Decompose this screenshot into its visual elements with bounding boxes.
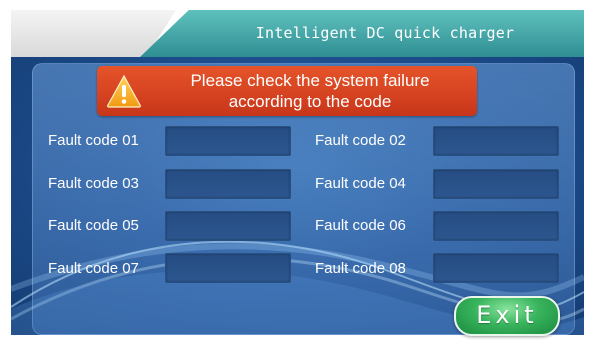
fault-code-08-label: Fault code 08 [315, 260, 406, 277]
exit-button[interactable]: Exit [454, 296, 560, 336]
alert-message: Please check the system failure accordin… [149, 70, 471, 112]
fault-code-01-label: Fault code 01 [48, 132, 139, 149]
charger-screen: Intelligent DC quick charger Please chec… [0, 0, 595, 345]
fault-code-02-field [433, 126, 559, 156]
fault-code-02-label: Fault code 02 [315, 132, 406, 149]
alert-message-line1: Please check the system failure [190, 71, 430, 90]
fault-code-07-label: Fault code 07 [48, 260, 139, 277]
warning-triangle-icon [107, 74, 141, 108]
fault-code-05-label: Fault code 05 [48, 217, 139, 234]
fault-code-03-field [165, 169, 291, 199]
fault-code-08-field [433, 253, 559, 283]
fault-code-07-field [165, 253, 291, 283]
page-title: Intelligent DC quick charger [255, 24, 515, 42]
fault-code-03-label: Fault code 03 [48, 175, 139, 192]
alert-banner: Please check the system failure accordin… [97, 66, 477, 116]
fault-code-06-label: Fault code 06 [315, 217, 406, 234]
fault-code-04-label: Fault code 04 [315, 175, 406, 192]
alert-message-line2: according to the code [228, 92, 392, 111]
fault-code-06-field [433, 211, 559, 241]
fault-code-01-field [165, 126, 291, 156]
fault-code-04-field [433, 169, 559, 199]
fault-code-05-field [165, 211, 291, 241]
exit-button-label: Exit [476, 301, 538, 329]
